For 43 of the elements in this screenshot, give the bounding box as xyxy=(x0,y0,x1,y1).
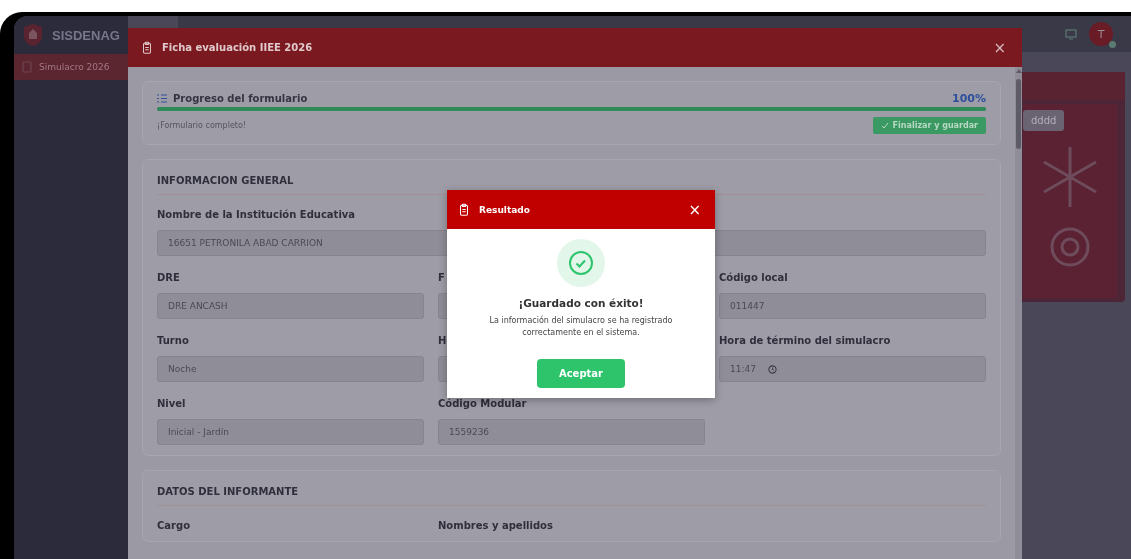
add-button[interactable]: dddd xyxy=(1023,110,1065,131)
input-field[interactable]: DRE ANCASH xyxy=(157,293,424,319)
section-title: DATOS DEL INFORMANTE xyxy=(157,481,986,506)
success-check-icon xyxy=(557,239,605,287)
field-label: Nombre de la Institución Educativa xyxy=(157,209,356,220)
field-label: H xyxy=(438,335,447,346)
shield-logo-icon xyxy=(22,23,44,47)
progress-title: Progreso del formulario xyxy=(173,93,309,104)
close-button[interactable]: × xyxy=(684,200,705,219)
field-label: F xyxy=(438,272,445,283)
input-field[interactable]: Inicial - Jardín xyxy=(157,419,424,445)
field-label: Nivel xyxy=(157,398,186,409)
clipboard-icon xyxy=(140,39,154,56)
input-field[interactable]: Noche xyxy=(157,356,424,382)
time-field[interactable]: 11:47 xyxy=(719,356,986,382)
dialog-title: Resultado xyxy=(479,204,531,215)
document-icon xyxy=(22,61,33,73)
accept-button[interactable]: Aceptar xyxy=(537,359,625,388)
field-label: Turno xyxy=(157,335,189,346)
monitor-icon[interactable] xyxy=(1065,28,1077,40)
scrollbar[interactable] xyxy=(1015,67,1022,559)
input-field[interactable]: 011447 xyxy=(719,293,986,319)
clock-icon xyxy=(767,364,777,374)
field-label: Hora de término del simulacro xyxy=(719,335,891,346)
clipboard-icon xyxy=(457,201,471,218)
close-button[interactable]: × xyxy=(989,38,1010,57)
sidebar-item[interactable]: Simulacro 2026 xyxy=(14,54,128,80)
status-text: ¡Formulario completo! xyxy=(157,121,247,130)
finish-button[interactable]: Finalizar y guardar xyxy=(872,117,986,134)
field-label: Cargo xyxy=(157,520,191,531)
brand-name: SISDENAG xyxy=(52,27,120,43)
dialog-heading: ¡Guardado con éxito! xyxy=(518,297,644,309)
field-label: Nombres y apellidos xyxy=(438,520,553,531)
check-icon xyxy=(880,122,889,129)
modal-title: Ficha evaluación IIEE 2026 xyxy=(162,42,314,53)
dialog-message: La información del simulacro se ha registrado correctamente en el sistema. xyxy=(488,315,674,339)
field-label: DRE xyxy=(157,272,180,283)
field-label: Código Modular xyxy=(438,398,527,409)
user-avatar[interactable]: T xyxy=(1089,22,1113,46)
progress-percent: 100% xyxy=(952,92,986,105)
list-icon xyxy=(157,94,167,103)
input-field[interactable]: 1559236 xyxy=(438,419,705,445)
field-label: Código local xyxy=(719,272,788,283)
